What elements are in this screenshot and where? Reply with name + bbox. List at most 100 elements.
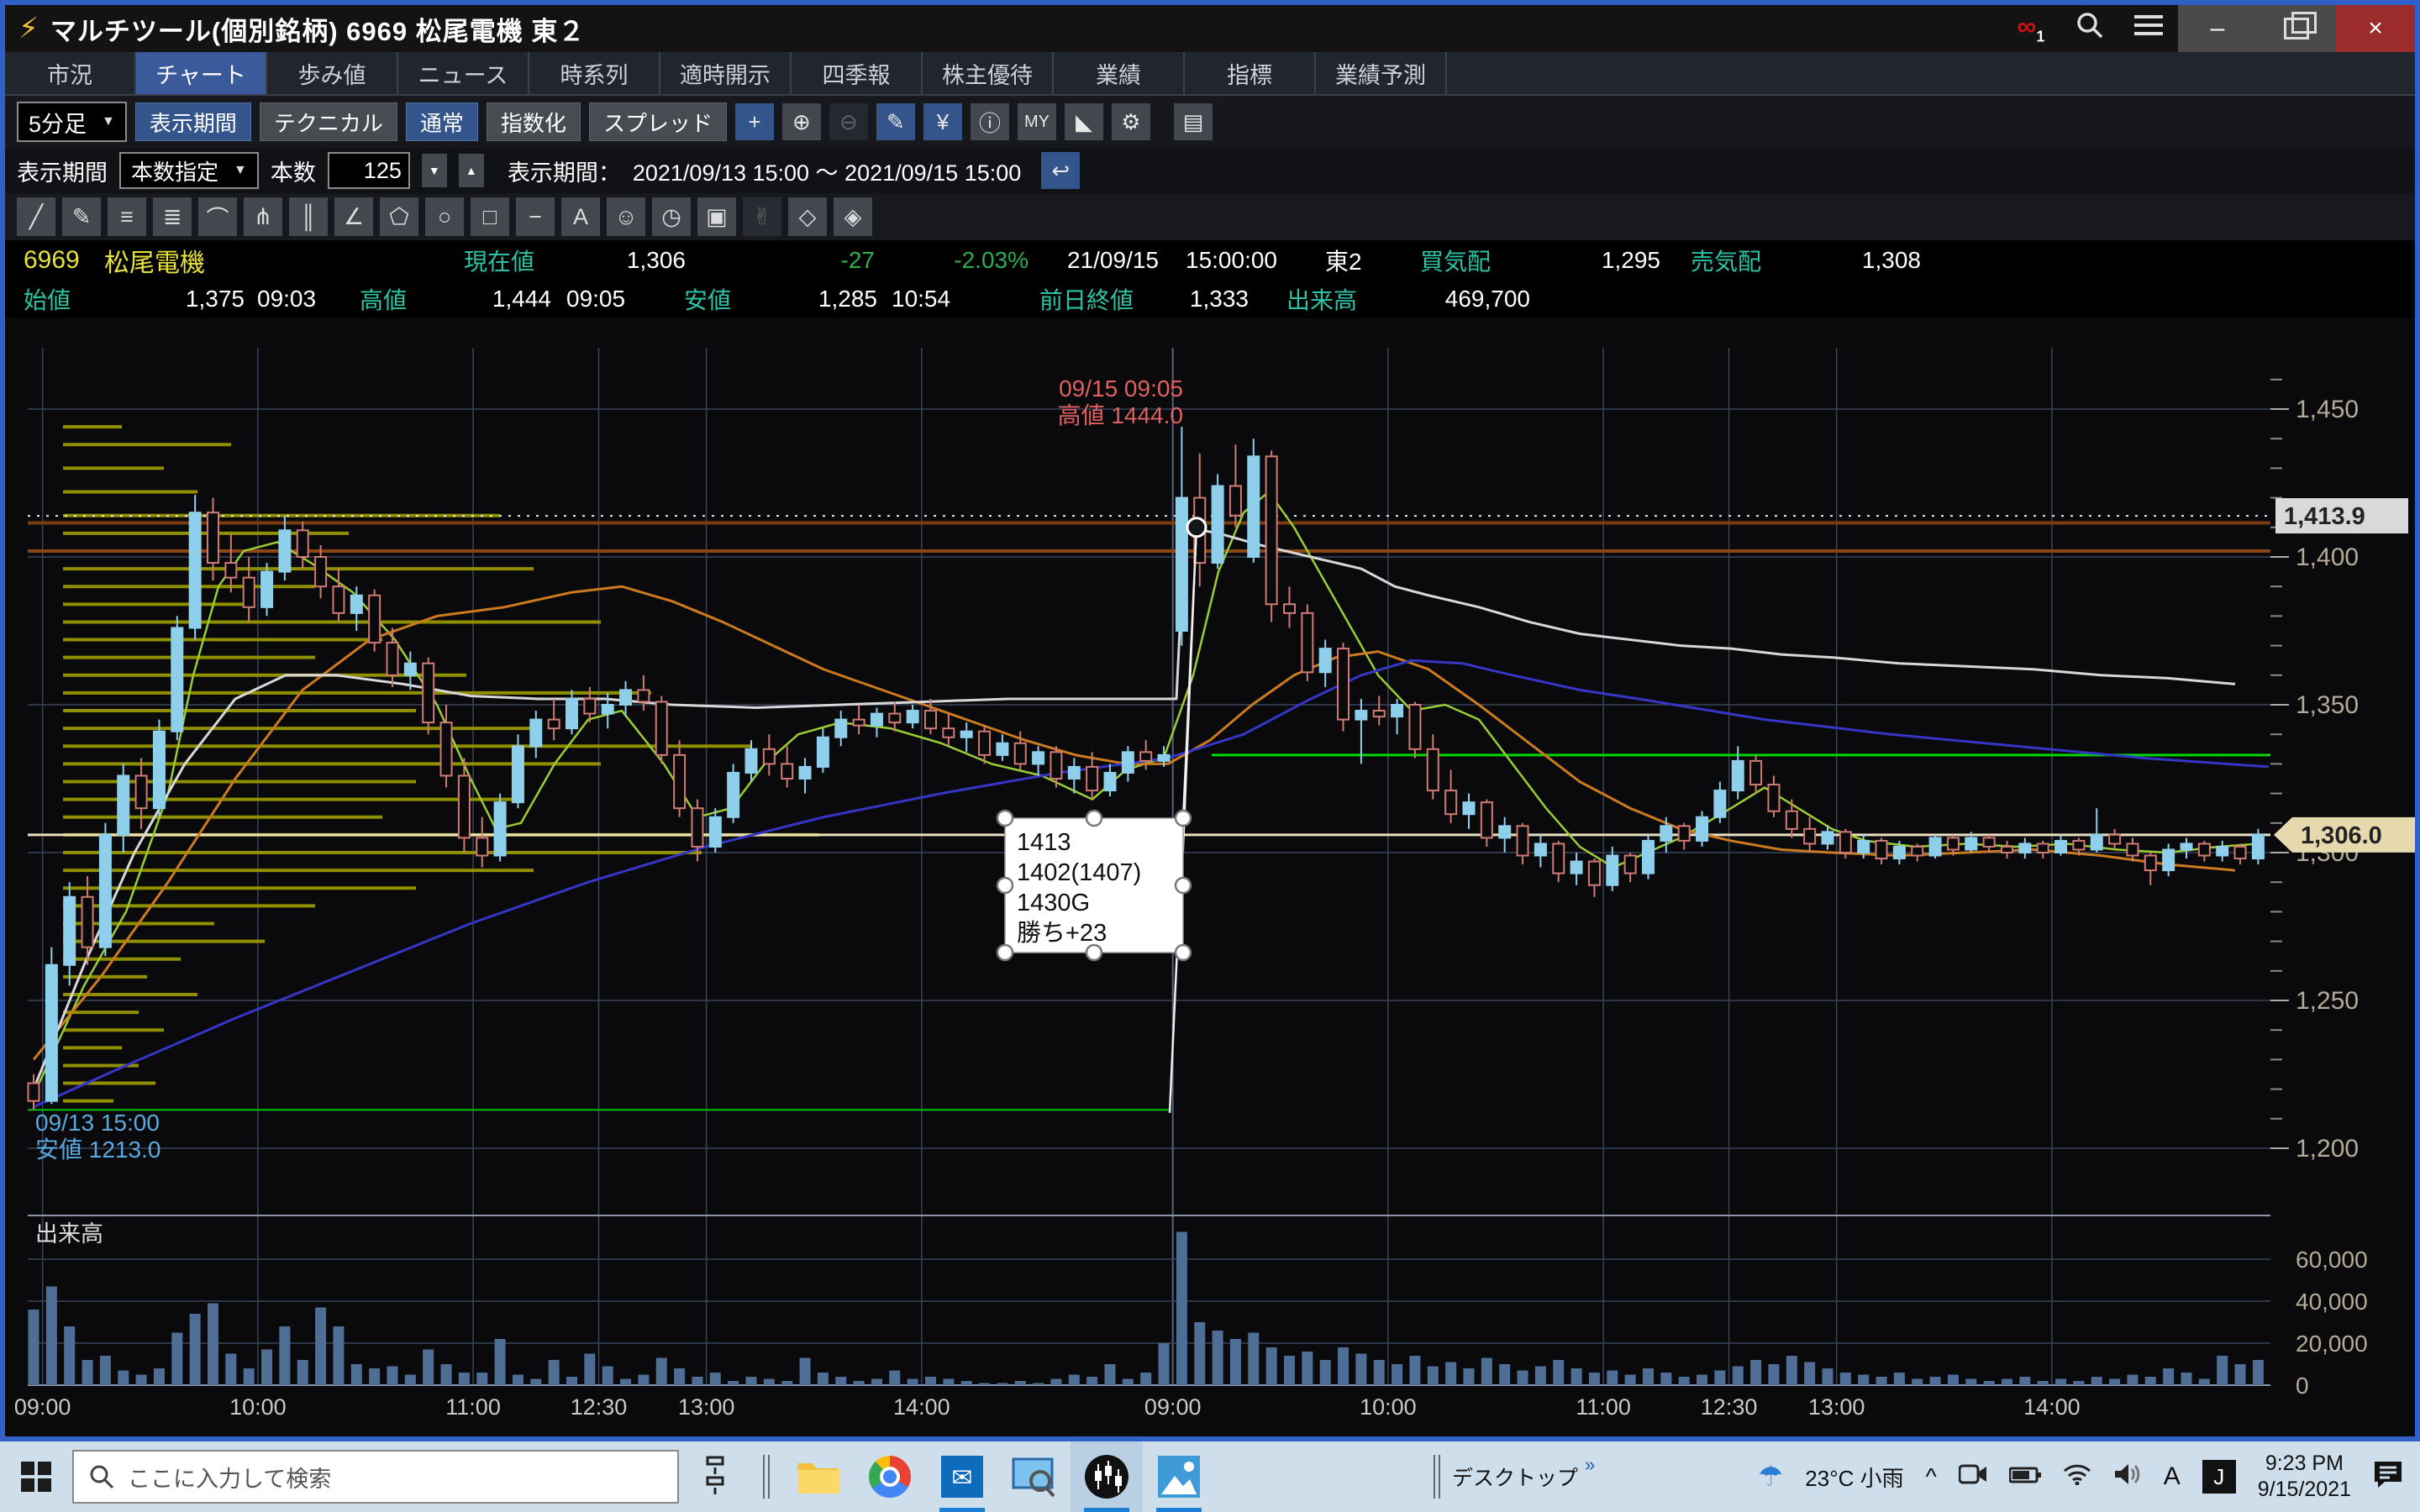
link-group-icon[interactable]: ∞1 [2002,11,2060,45]
show-hidden-icons[interactable]: ^ [1926,1463,1937,1490]
weather-text[interactable]: 23°C 小雨 [1805,1462,1903,1493]
candle-body [1589,862,1600,885]
tab-10[interactable]: 業績予測 [1316,52,1447,94]
volume-bar [1176,1232,1187,1386]
bar-count-input[interactable]: 125 [328,152,410,189]
period-mode-dropdown[interactable]: 本数指定▼ [119,152,259,189]
action-center-icon[interactable] [2373,1460,2403,1494]
taskbar-search-input[interactable]: ここに入力して検索 [72,1450,679,1504]
my-chart-icon[interactable]: MY [1018,103,1056,140]
tab-5[interactable]: 適時開示 [660,52,792,94]
segment-tool[interactable]: − [516,197,555,236]
clock-stamp-tool[interactable]: ◷ [652,197,691,236]
snip-tool-icon[interactable] [998,1441,1071,1512]
trading-app-icon[interactable] [1071,1441,1143,1512]
gann-fan-tool[interactable]: ∠ [334,197,373,236]
meet-now-icon[interactable] [1959,1462,1987,1493]
zoom-in-icon[interactable]: ⊕ [782,103,821,140]
rectangle-tool[interactable]: □ [471,197,509,236]
yen-icon[interactable]: ¥ [923,103,962,140]
text-tool[interactable]: A [561,197,600,236]
volume-bar [530,1379,541,1386]
crosshair-icon[interactable]: + [735,103,774,140]
mail-app-icon[interactable]: ✉ [926,1441,998,1512]
note-handle[interactable] [1086,811,1102,826]
trendline-handle[interactable] [1187,518,1206,537]
note-handle[interactable] [1176,811,1191,826]
desktop-toolbar[interactable]: デスクトップ » [1452,1441,1595,1512]
candle-body [1409,705,1420,749]
wrench-icon[interactable]: ⚙ [1112,103,1150,140]
trendline-tool[interactable]: ╱ [17,197,55,236]
note-handle[interactable] [1176,878,1191,893]
tab-4[interactable]: 時系列 [529,52,660,94]
count-up-button[interactable]: ▲ [459,154,484,187]
toolbar-button-表示期間[interactable]: 表示期間 [135,102,251,141]
tab-3[interactable]: ニュース [398,52,529,94]
ime-pad-icon[interactable] [679,1441,751,1512]
toolbar-button-テクニカル[interactable]: テクニカル [260,102,397,141]
vline-tool[interactable]: ║ [289,197,328,236]
ellipse-tool[interactable]: ○ [425,197,464,236]
chrome-icon[interactable] [854,1441,926,1512]
menu-icon[interactable] [2119,10,2178,47]
volume-bar [584,1354,595,1386]
candle-body [1786,811,1797,829]
tab-2[interactable]: 歩み値 [267,52,398,94]
file-explorer-icon[interactable] [781,1441,854,1512]
candle-body [279,530,290,571]
eraser-tool[interactable]: ◇ [788,197,827,236]
ime-mode-a[interactable]: A [2164,1462,2181,1491]
parallel-line-tool[interactable]: ✎ [62,197,101,236]
tab-9[interactable]: 指標 [1185,52,1316,94]
toolbar-button-スプレッド[interactable]: スプレッド [589,102,727,141]
open-time: 09:03 [257,286,316,312]
note-handle[interactable] [997,878,1013,893]
search-icon[interactable] [2060,11,2119,46]
note-handle[interactable] [1086,945,1102,960]
tab-6[interactable]: 四季報 [792,52,923,94]
hand-tool[interactable]: ✌ [743,197,781,236]
close-button[interactable]: × [2336,5,2415,52]
eraser-all-tool[interactable]: ◈ [834,197,872,236]
start-button[interactable] [0,1441,72,1512]
pentagon-tool[interactable]: ⬠ [380,197,418,236]
candle-body [2163,849,2174,870]
fibonacci-arc-tool[interactable]: ⌒ [198,197,237,236]
note-handle[interactable] [1176,945,1191,960]
pencil-icon[interactable]: ✎ [876,103,915,140]
tab-0[interactable]: 市況 [5,52,136,94]
tab-7[interactable]: 株主優待 [923,52,1054,94]
volume-bar [818,1373,829,1385]
price-chart[interactable]: 09/15 09:05高値 1444.009/13 15:00安値 1213.0… [5,319,2415,1441]
photos-app-icon[interactable] [1143,1441,1215,1512]
toolbar-button-指数化[interactable]: 指数化 [487,102,581,141]
zoom-out-icon[interactable]: ⊖ [829,103,868,140]
print-icon[interactable]: ▤ [1174,103,1213,140]
tab-1[interactable]: チャート [136,52,267,94]
candle-body [1086,767,1097,790]
ime-mode-j[interactable]: J [2202,1460,2236,1494]
info-icon[interactable]: ⓘ [971,103,1009,140]
reload-range-icon[interactable]: ↩ [1041,152,1080,189]
tab-8[interactable]: 業績 [1054,52,1185,94]
hline-3-tool[interactable]: ≡ [108,197,146,236]
taskbar-clock[interactable]: 9:23 PM9/15/2021 [2258,1451,2351,1504]
minimize-button[interactable]: – [2178,5,2257,52]
weather-icon[interactable]: ☂ [1758,1460,1783,1494]
wifi-icon[interactable] [2063,1463,2091,1491]
volume-icon[interactable] [2113,1462,2142,1492]
count-down-button[interactable]: ▼ [422,154,447,187]
icon-stamp-tool[interactable]: ☺ [607,197,645,236]
copy-object-tool[interactable]: ▣ [697,197,736,236]
toolbar-button-通常[interactable]: 通常 [406,102,478,141]
chevron-expand-icon[interactable]: » [1585,1454,1595,1476]
note-handle[interactable] [997,811,1013,826]
hline-4-tool[interactable]: ≣ [153,197,192,236]
restore-button[interactable] [2257,5,2336,52]
note-handle[interactable] [997,945,1013,960]
fan-line-tool[interactable]: ⋔ [244,197,282,236]
area-chart-icon[interactable]: ◣ [1065,103,1103,140]
battery-icon[interactable] [2009,1464,2041,1490]
interval-dropdown[interactable]: 5分足▼ [17,102,127,142]
